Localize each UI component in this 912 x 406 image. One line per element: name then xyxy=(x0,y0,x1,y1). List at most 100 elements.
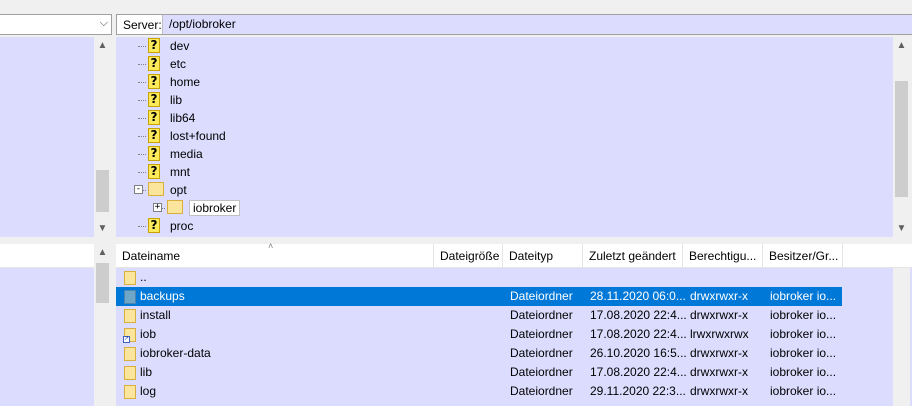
scroll-up-arrow-icon[interactable]: ▲ xyxy=(94,37,111,54)
column-header-type[interactable]: Dateityp xyxy=(503,244,583,268)
tree-item-label: proc xyxy=(170,219,194,233)
list-header: ˄ Dateiname Dateigröße Dateityp Zuletzt … xyxy=(116,241,912,268)
unknown-folder-icon: ? xyxy=(148,38,160,53)
cell-owner: iobroker io... xyxy=(770,308,837,322)
expand-icon[interactable]: + xyxy=(153,203,162,212)
tree-item-label: lib64 xyxy=(170,111,196,125)
scroll-up-arrow-icon[interactable]: ▲ xyxy=(94,244,111,261)
cell-perms: drwxrwxr-x xyxy=(690,308,748,322)
tree-connector xyxy=(138,46,146,47)
remote-list-scrollbar[interactable] xyxy=(893,268,910,406)
folder-icon xyxy=(124,366,136,380)
scrollbar-thumb[interactable] xyxy=(895,81,908,197)
local-tree-pane[interactable] xyxy=(0,37,94,237)
cell-modified: 17.08.2020 22:4... xyxy=(590,308,686,322)
local-file-list[interactable] xyxy=(0,268,94,406)
table-row[interactable]: lib Dateiordner 17.08.2020 22:4... drwxrwxr… xyxy=(116,363,842,382)
cell-type: Dateiordner xyxy=(510,384,573,398)
scrollbar-thumb[interactable] xyxy=(96,170,109,212)
unknown-folder-icon: ? xyxy=(148,164,160,179)
column-header-owner[interactable]: Besitzer/Gr... xyxy=(763,244,843,268)
cell-modified: 17.08.2020 22:4... xyxy=(590,365,686,379)
cell-type xyxy=(510,268,586,287)
cell-name: install xyxy=(140,308,171,322)
server-path-bar: Server: /opt/iobroker xyxy=(116,14,912,35)
tree-item-label: lost+found xyxy=(170,129,226,143)
cell-name: iob xyxy=(140,327,157,341)
folder-link-icon: ↗ xyxy=(123,328,136,343)
server-label: Server: xyxy=(123,18,162,32)
cell-modified xyxy=(590,268,686,287)
tree-item[interactable]: ? lib xyxy=(116,91,893,109)
table-row[interactable]: backups Dateiordner 28.11.2020 06:0... drwx… xyxy=(116,287,842,306)
cell-size xyxy=(434,382,498,401)
scroll-up-arrow-icon[interactable]: ▲ xyxy=(893,37,910,54)
cell-type: Dateiordner xyxy=(510,289,573,303)
cell-modified: 29.11.2020 22:3... xyxy=(590,384,686,398)
link-arrow-icon: ↗ xyxy=(123,336,130,343)
column-header-name[interactable]: Dateiname xyxy=(116,244,434,268)
server-path-input[interactable]: /opt/iobroker xyxy=(162,15,912,34)
scroll-down-arrow-icon[interactable]: ▼ xyxy=(94,220,111,237)
table-row[interactable]: install Dateiordner 17.08.2020 22:4... drwx… xyxy=(116,306,842,325)
table-row[interactable]: .. xyxy=(116,268,842,287)
cell-type: Dateiordner xyxy=(510,365,573,379)
tree-item-label: home xyxy=(170,75,201,89)
tree-item[interactable]: ? lost+found xyxy=(116,127,893,145)
tree-item[interactable]: ? dev xyxy=(116,37,893,55)
cell-type: Dateiordner xyxy=(510,308,573,322)
unknown-folder-icon: ? xyxy=(148,218,160,233)
scroll-down-arrow-icon[interactable]: ▼ xyxy=(893,220,910,237)
scrollbar-thumb[interactable] xyxy=(96,263,109,303)
cell-owner xyxy=(770,268,842,287)
folder-icon xyxy=(124,385,136,399)
tree-connector xyxy=(138,154,146,155)
tree-item[interactable]: ? home xyxy=(116,73,893,91)
table-row[interactable]: log Dateiordner 29.11.2020 22:3... drwxrwxr… xyxy=(116,382,842,401)
cell-name: iobroker-data xyxy=(140,346,211,360)
remote-tree-pane[interactable]: ? dev? etc? home? lib? lib64? lost+found? media… xyxy=(116,37,893,237)
tree-item[interactable]: ? lib64 xyxy=(116,109,893,127)
tree-item[interactable]: ? proc xyxy=(116,217,893,235)
cell-owner: iobroker io... xyxy=(770,365,837,379)
cell-size xyxy=(434,268,498,287)
cell-modified: 28.11.2020 06:0... xyxy=(590,289,686,303)
tree-item-label: etc xyxy=(170,57,187,71)
cell-modified: 17.08.2020 22:4... xyxy=(590,327,686,341)
tree-item-label: mnt xyxy=(170,165,191,179)
table-row[interactable]: ↗ iob Dateiordner 17.08.2020 22:4... lrwxrwx… xyxy=(116,325,842,344)
cell-size xyxy=(434,306,498,325)
tree-item[interactable]: ? media xyxy=(116,145,893,163)
cell-size xyxy=(434,363,498,382)
chevron-down-icon[interactable]: ⌵ xyxy=(100,17,108,30)
unknown-folder-icon: ? xyxy=(148,110,160,125)
remote-file-list[interactable]: ˄ Dateiname Dateigröße Dateityp Zuletzt … xyxy=(116,241,912,406)
cell-size xyxy=(434,287,498,306)
cell-owner: iobroker io... xyxy=(770,289,837,303)
column-header-size[interactable]: Dateigröße xyxy=(434,244,503,268)
remote-tree-scrollbar[interactable]: ▲ ▼ xyxy=(893,37,910,237)
local-tree-scrollbar[interactable]: ▲ ▼ xyxy=(94,37,111,237)
tree-item-label: dev xyxy=(170,39,190,53)
collapse-icon[interactable]: - xyxy=(134,185,143,194)
cell-name: log xyxy=(140,384,157,398)
tree-connector xyxy=(138,136,146,137)
column-header-modified[interactable]: Zuletzt geändert xyxy=(583,244,683,268)
cell-perms: drwxrwxr-x xyxy=(690,365,748,379)
tree-item[interactable]: ? mnt xyxy=(116,163,893,181)
folder-icon xyxy=(167,200,183,214)
tree-item[interactable]: + iobroker xyxy=(116,199,893,217)
tree-item[interactable]: - opt xyxy=(116,181,893,199)
tree-item[interactable]: ? etc xyxy=(116,55,893,73)
local-path-bar[interactable]: ⌵ xyxy=(0,14,112,35)
tree-connector xyxy=(138,172,146,173)
folder-icon xyxy=(124,347,136,361)
local-list-header xyxy=(0,244,94,268)
cell-owner: iobroker io... xyxy=(770,346,837,360)
tree-item-label: opt xyxy=(170,183,187,197)
cell-name: lib xyxy=(140,365,153,379)
unknown-folder-icon: ? xyxy=(148,128,160,143)
local-list-scrollbar[interactable]: ▲ xyxy=(94,244,111,406)
table-row[interactable]: iobroker-data Dateiordner 26.10.2020 16:5.… xyxy=(116,344,842,363)
column-header-permissions[interactable]: Berechtigu... xyxy=(683,244,763,268)
